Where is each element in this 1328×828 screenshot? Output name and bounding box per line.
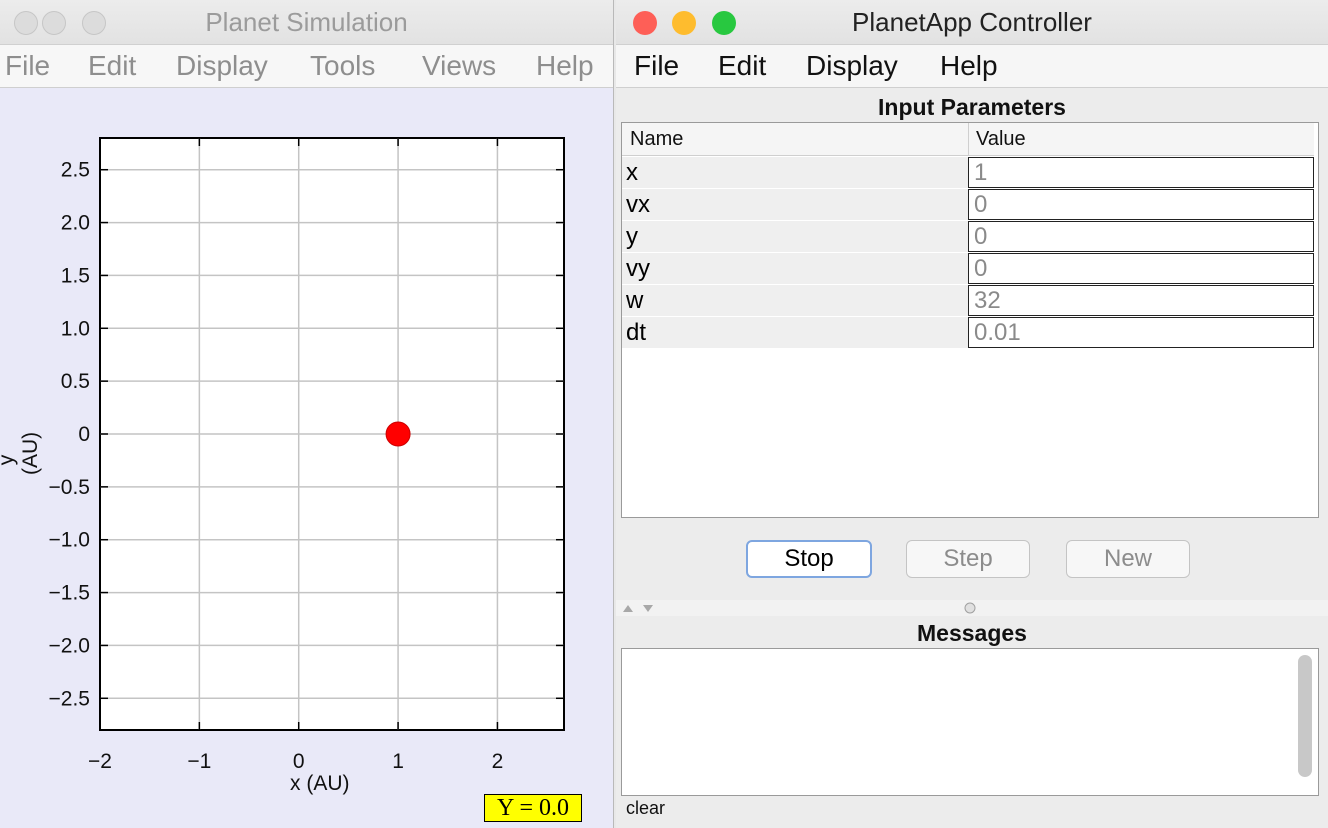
param-value-x[interactable]: 1 [968, 157, 1314, 188]
y-axis-label: y (AU) [0, 431, 42, 475]
zoom-icon[interactable] [82, 11, 106, 35]
collapse-arrows-icon[interactable] [620, 600, 660, 616]
param-name-x: x [622, 157, 968, 188]
y-tick-label: −2.0 [49, 634, 90, 657]
parameter-table: Name Value x 1 vx 0 y 0 vy 0 w 32 dt 0.0… [621, 122, 1319, 518]
minimize-icon[interactable] [672, 11, 696, 35]
table-row: x 1 [622, 157, 1314, 189]
input-parameters-title: Input Parameters [878, 94, 1066, 120]
messages-area[interactable] [621, 648, 1319, 796]
step-button[interactable]: Step [906, 540, 1030, 578]
split-pane-divider[interactable] [616, 600, 1328, 616]
sim-titlebar[interactable]: Planet Simulation [0, 0, 613, 45]
x-axis-label: x (AU) [290, 772, 350, 795]
param-value-w[interactable]: 32 [968, 285, 1314, 316]
param-name-vx: vx [622, 189, 968, 220]
table-row: w 32 [622, 285, 1314, 317]
close-icon[interactable] [633, 11, 657, 35]
sim-menu-help[interactable]: Help [536, 45, 594, 87]
minimize-icon[interactable] [42, 11, 66, 35]
sim-menu-tools[interactable]: Tools [310, 45, 375, 87]
new-button[interactable]: New [1066, 540, 1190, 578]
planet-marker [385, 421, 411, 447]
sim-menu-views[interactable]: Views [422, 45, 496, 87]
planetapp-controller-window: PlanetApp Controller File Edit Display H… [616, 0, 1328, 828]
ctl-menu-display[interactable]: Display [806, 45, 898, 87]
y-tick-label: 0.5 [61, 370, 90, 393]
y-tick-label: −0.5 [49, 476, 90, 499]
column-header-value[interactable]: Value [976, 123, 1026, 155]
column-header-name[interactable]: Name [630, 123, 683, 155]
sim-menu-display[interactable]: Display [176, 45, 268, 87]
param-name-w: w [622, 285, 968, 316]
sim-window-title: Planet Simulation [205, 7, 408, 37]
clear-link[interactable]: clear [626, 798, 665, 819]
y-tick-label: −1.5 [49, 582, 90, 605]
y-tick-label: 0 [78, 423, 90, 446]
y-tick-label: 2.5 [61, 159, 90, 182]
x-tick-label: 1 [392, 750, 404, 773]
param-value-dt[interactable]: 0.01 [968, 317, 1314, 348]
stop-button[interactable]: Stop [746, 540, 872, 578]
planet-markers [385, 421, 411, 447]
y-tick-label: 2.0 [61, 212, 90, 235]
x-tick-label: 2 [492, 750, 504, 773]
drag-handle-icon[interactable] [963, 601, 977, 615]
param-name-y: y [622, 221, 968, 252]
messages-scrollbar[interactable] [1298, 655, 1312, 777]
zoom-icon[interactable] [712, 11, 736, 35]
y-tick-label: −1.0 [49, 529, 90, 552]
x-tick-label: −2 [88, 750, 112, 773]
ctl-titlebar[interactable]: PlanetApp Controller [616, 0, 1328, 45]
table-row: vx 0 [622, 189, 1314, 221]
orbit-plot[interactable]: −2 −1 0 1 2 2.5 2.0 1.5 1.0 0.5 0 −0.5 −1.0 −1.5 −2.0 −… [0, 88, 612, 828]
y-tick-label: −2.5 [49, 687, 90, 710]
messages-title: Messages [917, 620, 1027, 646]
table-row: dt 0.01 [622, 317, 1314, 349]
ctl-window-title: PlanetApp Controller [852, 7, 1092, 37]
y-tick-label: 1.5 [61, 264, 90, 287]
param-name-vy: vy [622, 253, 968, 284]
close-icon[interactable] [14, 11, 38, 35]
table-row: vy 0 [622, 253, 1314, 285]
sim-menubar: File Edit Display Tools Views Help [0, 45, 613, 88]
ctl-menu-file[interactable]: File [634, 45, 679, 87]
param-value-vx[interactable]: 0 [968, 189, 1314, 220]
sim-menu-file[interactable]: File [5, 45, 50, 87]
coordinate-readout: Y = 0.0 [484, 794, 582, 822]
sim-menu-edit[interactable]: Edit [88, 45, 136, 87]
ctl-menu-edit[interactable]: Edit [718, 45, 766, 87]
table-header: Name Value [622, 123, 1314, 156]
x-tick-label: 0 [293, 750, 305, 773]
ctl-menu-help[interactable]: Help [940, 45, 998, 87]
table-row: y 0 [622, 221, 1314, 253]
param-value-vy[interactable]: 0 [968, 253, 1314, 284]
ctl-menubar: File Edit Display Help [616, 45, 1328, 88]
y-tick-label: 1.0 [61, 317, 90, 340]
param-name-dt: dt [622, 317, 968, 348]
x-tick-label: −1 [187, 750, 211, 773]
planet-simulation-window: Planet Simulation File Edit Display Tool… [0, 0, 614, 828]
param-value-y[interactable]: 0 [968, 221, 1314, 252]
